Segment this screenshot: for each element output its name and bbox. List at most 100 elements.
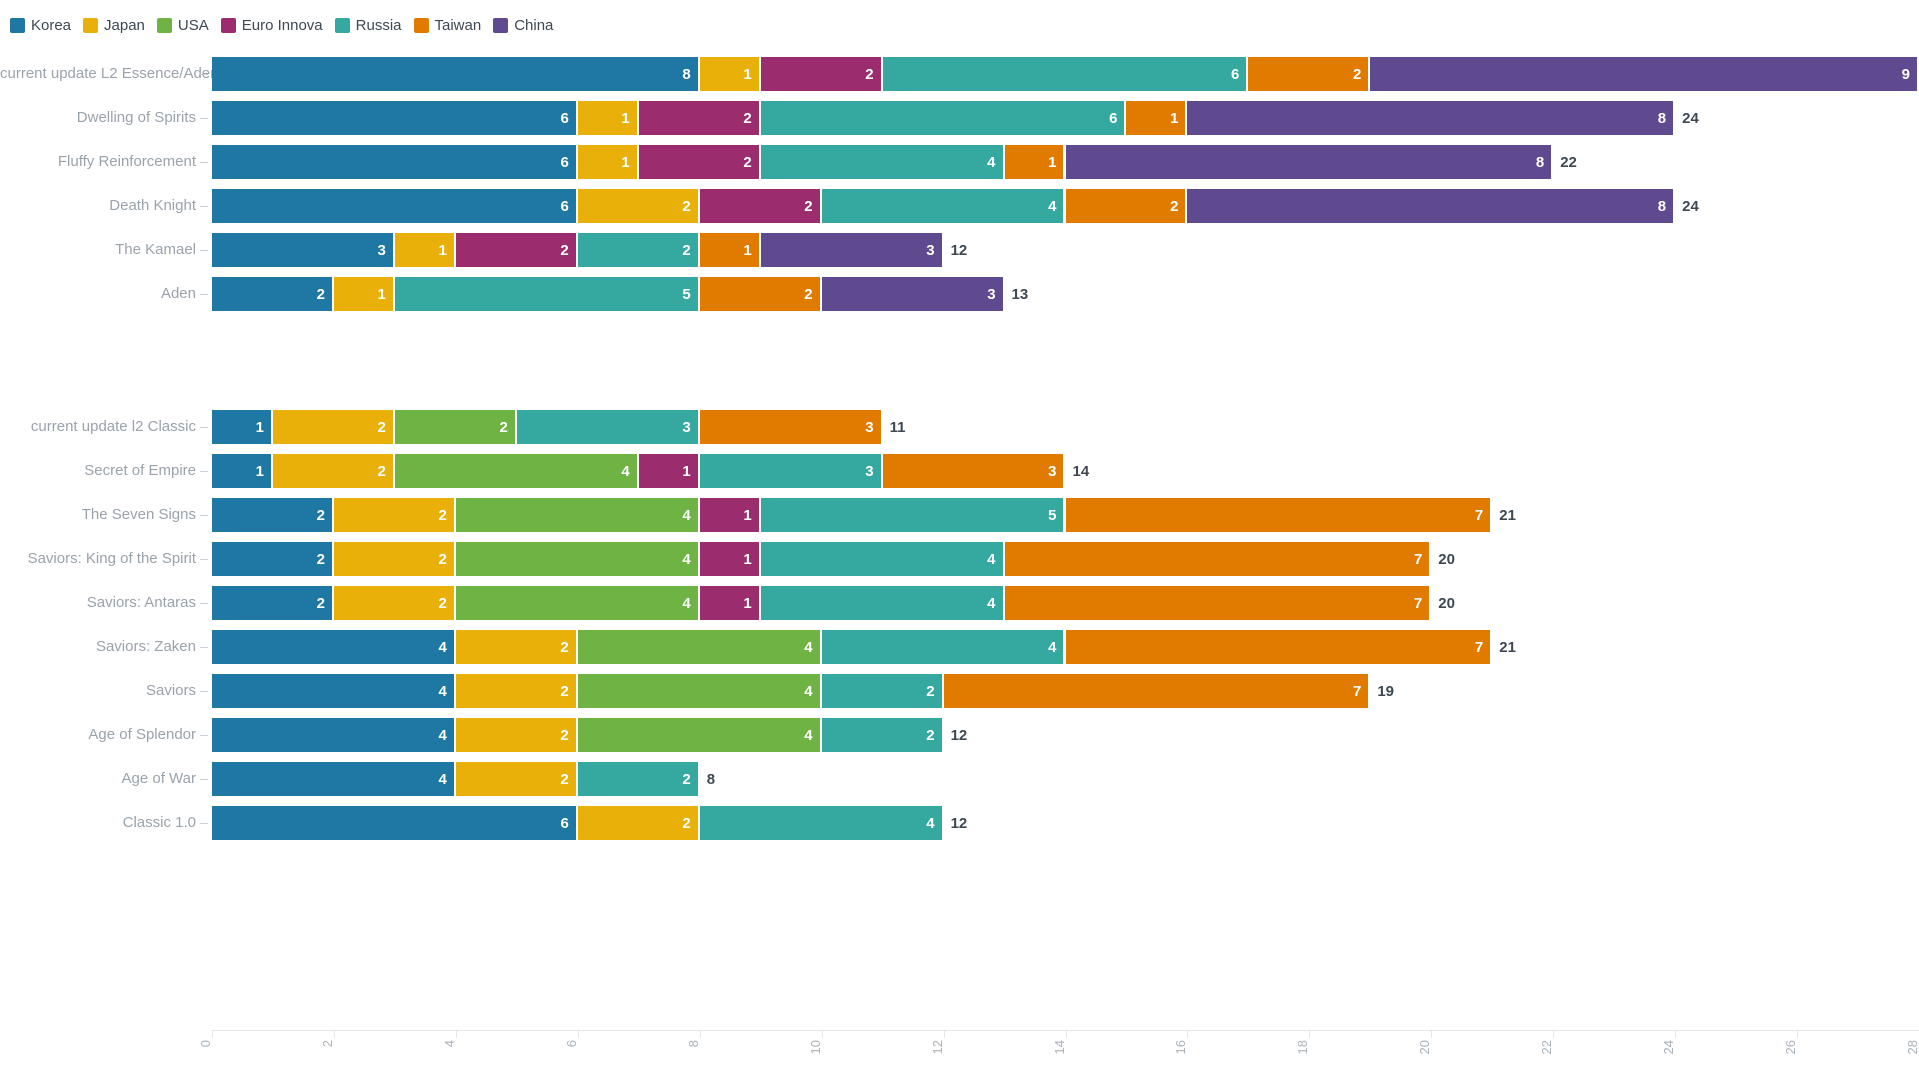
bar-segment-russia[interactable]: 2 <box>577 233 698 267</box>
stacked-bar[interactable]: 3 1 2 2 1 3 12 <box>212 233 1919 267</box>
bar-segment-taiwan[interactable]: 7 <box>1004 586 1430 620</box>
bar-segment-korea[interactable]: 6 <box>212 806 576 840</box>
bar-segment-russia[interactable]: 2 <box>821 674 942 708</box>
bar-segment-korea[interactable]: 1 <box>212 410 271 444</box>
stacked-bar[interactable]: 812629 <box>212 57 1919 91</box>
bar-segment-japan[interactable]: 1 <box>699 57 759 91</box>
bar-segment-korea[interactable]: 2 <box>212 498 332 532</box>
bar-segment-korea[interactable]: 2 <box>212 586 332 620</box>
bar-segment-usa[interactable]: 4 <box>577 674 820 708</box>
stacked-bar[interactable]: 6 2 2 4 2 8 24 <box>212 189 1919 223</box>
bar-segment-japan[interactable]: 2 <box>455 718 576 752</box>
stacked-bar[interactable]: 1 2 2 3 3 11 <box>212 410 1919 444</box>
bar-segment-japan[interactable]: 1 <box>577 101 637 135</box>
bar-segment-euro-innova[interactable]: 1 <box>699 498 759 532</box>
legend-item-japan[interactable]: Japan <box>83 17 145 33</box>
bar-segment-taiwan[interactable]: 2 <box>1248 57 1369 91</box>
bar-segment-russia[interactable]: 4 <box>760 145 1003 179</box>
legend-item-usa[interactable]: USA <box>156 17 209 33</box>
bar-segment-euro-innova[interactable]: 2 <box>455 233 576 267</box>
bar-segment-russia[interactable]: 5 <box>760 498 1064 532</box>
bar-segment-usa[interactable]: 2 <box>394 410 515 444</box>
bar-segment-taiwan[interactable]: 7 <box>1004 542 1430 576</box>
bar-segment-china[interactable]: 8 <box>1187 101 1674 135</box>
stacked-bar[interactable]: 2 2 4 1 4 7 20 <box>212 542 1919 576</box>
bar-segment-euro-innova[interactable]: 1 <box>699 542 759 576</box>
bar-segment-china[interactable]: 8 <box>1065 145 1552 179</box>
bar-segment-usa[interactable]: 4 <box>577 718 820 752</box>
bar-segment-japan[interactable]: 1 <box>577 145 637 179</box>
bar-segment-korea[interactable]: 6 <box>212 189 576 223</box>
bar-segment-euro-innova[interactable]: 2 <box>638 101 759 135</box>
bar-segment-russia[interactable]: 3 <box>699 454 881 488</box>
bar-segment-china[interactable]: 3 <box>821 277 1003 311</box>
bar-segment-china[interactable]: 9 <box>1370 57 1917 91</box>
bar-segment-taiwan[interactable]: 2 <box>699 277 820 311</box>
bar-segment-usa[interactable]: 4 <box>577 630 820 664</box>
bar-segment-taiwan[interactable]: 7 <box>1065 630 1491 664</box>
stacked-bar[interactable]: 6 1 2 4 1 8 22 <box>212 145 1919 179</box>
bar-segment-korea[interactable]: 4 <box>212 630 454 664</box>
legend-item-russia[interactable]: Russia <box>334 17 402 33</box>
stacked-bar[interactable]: 4 2 4 2 12 <box>212 718 1919 752</box>
bar-segment-russia[interactable]: 2 <box>577 762 698 796</box>
bar-segment-china[interactable]: 8 <box>1187 189 1674 223</box>
legend-item-china[interactable]: China <box>493 17 553 33</box>
bar-segment-japan[interactable]: 2 <box>333 498 454 532</box>
bar-segment-euro-innova[interactable]: 2 <box>638 145 759 179</box>
stacked-bar[interactable]: 4 2 4 2 7 19 <box>212 674 1919 708</box>
bar-segment-usa[interactable]: 4 <box>455 586 698 620</box>
bar-segment-euro-innova[interactable]: 2 <box>760 57 881 91</box>
legend-item-taiwan[interactable]: Taiwan <box>413 17 481 33</box>
bar-segment-china[interactable]: 3 <box>760 233 942 267</box>
bar-segment-japan[interactable]: 2 <box>455 674 576 708</box>
bar-segment-usa[interactable]: 4 <box>455 498 698 532</box>
bar-segment-russia[interactable]: 4 <box>821 189 1064 223</box>
bar-segment-russia[interactable]: 6 <box>760 101 1125 135</box>
bar-segment-japan[interactable]: 2 <box>577 189 698 223</box>
stacked-bar[interactable]: 6 1 2 6 1 8 24 <box>212 101 1919 135</box>
bar-segment-taiwan[interactable]: 7 <box>1065 498 1491 532</box>
bar-segment-taiwan[interactable]: 3 <box>699 410 881 444</box>
bar-segment-euro-innova[interactable]: 2 <box>699 189 820 223</box>
bar-segment-usa[interactable]: 4 <box>455 542 698 576</box>
stacked-bar[interactable]: 2 2 4 1 5 7 21 <box>212 498 1919 532</box>
bar-segment-korea[interactable]: 1 <box>212 454 271 488</box>
bar-segment-russia[interactable]: 6 <box>882 57 1247 91</box>
stacked-bar[interactable]: 4228 <box>212 762 1919 796</box>
bar-segment-korea[interactable]: 6 <box>212 145 576 179</box>
stacked-bar[interactable]: 4 2 4 4 7 21 <box>212 630 1919 664</box>
bar-segment-japan[interactable]: 2 <box>455 762 576 796</box>
bar-segment-taiwan[interactable]: 7 <box>943 674 1369 708</box>
bar-segment-taiwan[interactable]: 2 <box>1065 189 1186 223</box>
bar-segment-taiwan[interactable]: 1 <box>699 233 759 267</box>
bar-segment-korea[interactable]: 4 <box>212 674 454 708</box>
bar-segment-korea[interactable]: 6 <box>212 101 576 135</box>
bar-segment-japan[interactable]: 1 <box>333 277 393 311</box>
stacked-bar[interactable]: 2 1 5 2 3 13 <box>212 277 1919 311</box>
bar-segment-russia[interactable]: 3 <box>516 410 698 444</box>
bar-segment-euro-innova[interactable]: 1 <box>638 454 698 488</box>
bar-segment-russia[interactable]: 4 <box>760 542 1003 576</box>
bar-segment-korea[interactable]: 8 <box>212 57 698 91</box>
bar-segment-korea[interactable]: 3 <box>212 233 393 267</box>
bar-segment-korea[interactable]: 4 <box>212 718 454 752</box>
stacked-bar[interactable]: 2 2 4 1 4 7 20 <box>212 586 1919 620</box>
legend-item-euro-innova[interactable]: Euro Innova <box>220 17 323 33</box>
bar-segment-japan[interactable]: 2 <box>333 586 454 620</box>
bar-segment-japan[interactable]: 1 <box>394 233 454 267</box>
stacked-bar[interactable]: 6 2 4 12 <box>212 806 1919 840</box>
bar-segment-taiwan[interactable]: 1 <box>1126 101 1186 135</box>
bar-segment-russia[interactable]: 2 <box>821 718 942 752</box>
legend-item-korea[interactable]: Korea <box>10 17 71 33</box>
bar-segment-euro-innova[interactable]: 1 <box>699 586 759 620</box>
bar-segment-korea[interactable]: 2 <box>212 277 332 311</box>
bar-segment-korea[interactable]: 2 <box>212 542 332 576</box>
bar-segment-japan[interactable]: 2 <box>455 630 576 664</box>
bar-segment-russia[interactable]: 4 <box>821 630 1064 664</box>
stacked-bar[interactable]: 1 2 4 1 3 3 14 <box>212 454 1919 488</box>
bar-segment-russia[interactable]: 4 <box>760 586 1003 620</box>
bar-segment-taiwan[interactable]: 3 <box>882 454 1064 488</box>
bar-segment-taiwan[interactable]: 1 <box>1004 145 1064 179</box>
bar-segment-japan[interactable]: 2 <box>272 454 393 488</box>
